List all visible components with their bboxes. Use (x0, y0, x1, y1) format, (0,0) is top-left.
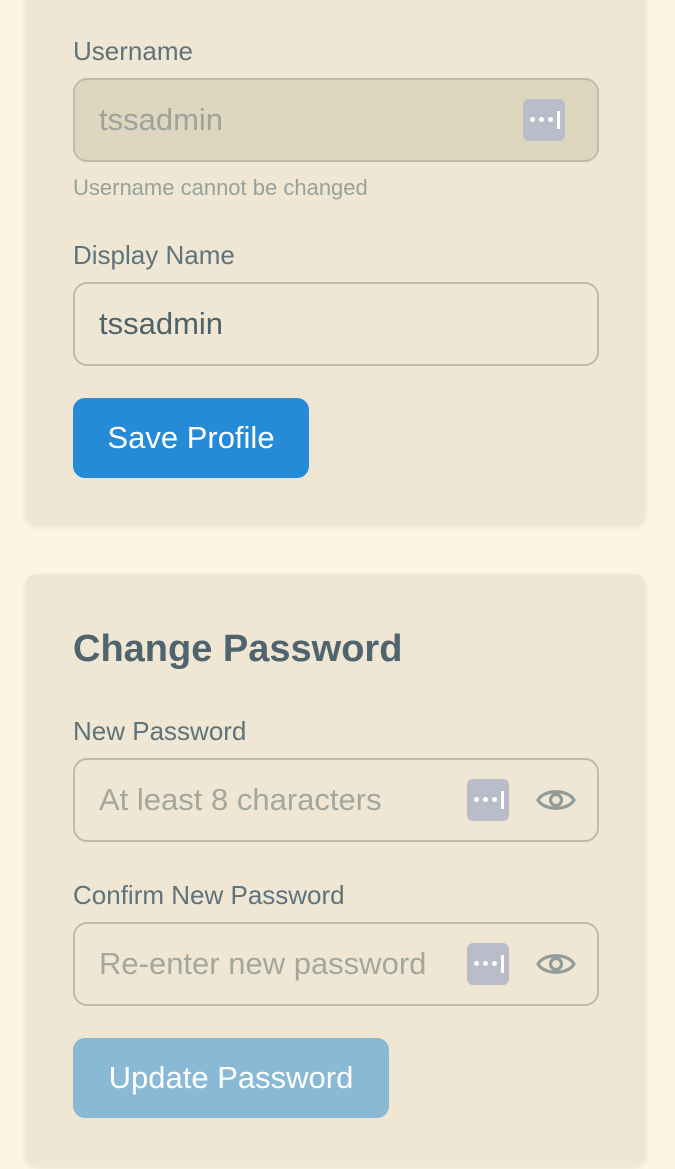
new-password-placeholder: At least 8 characters (99, 782, 382, 817)
username-field[interactable]: tssadmin (73, 78, 599, 162)
new-password-field[interactable]: At least 8 characters (73, 758, 599, 842)
password-manager-icon[interactable] (467, 779, 509, 821)
confirm-password-placeholder: Re-enter new password (99, 946, 427, 981)
change-password-title: Change Password (73, 628, 403, 670)
password-manager-icon[interactable] (467, 943, 509, 985)
eye-icon[interactable] (536, 949, 576, 979)
display-name-field[interactable]: tssadmin (73, 282, 599, 366)
update-password-button[interactable]: Update Password (73, 1038, 389, 1118)
change-password-card: Change Password New Password At least 8 … (25, 574, 646, 1166)
confirm-password-label: Confirm New Password (73, 880, 345, 910)
username-hint: Username cannot be changed (73, 175, 368, 200)
password-manager-icon[interactable] (523, 99, 565, 141)
eye-icon[interactable] (536, 785, 576, 815)
display-name-value: tssadmin (99, 306, 224, 341)
display-name-label: Display Name (73, 240, 235, 270)
save-profile-button[interactable]: Save Profile (73, 398, 309, 478)
new-password-label: New Password (73, 716, 247, 746)
profile-card: Username tssadmin Username cannot be cha… (25, 0, 646, 525)
username-value: tssadmin (99, 102, 224, 137)
confirm-password-field[interactable]: Re-enter new password (73, 922, 599, 1006)
username-label: Username (73, 36, 193, 66)
